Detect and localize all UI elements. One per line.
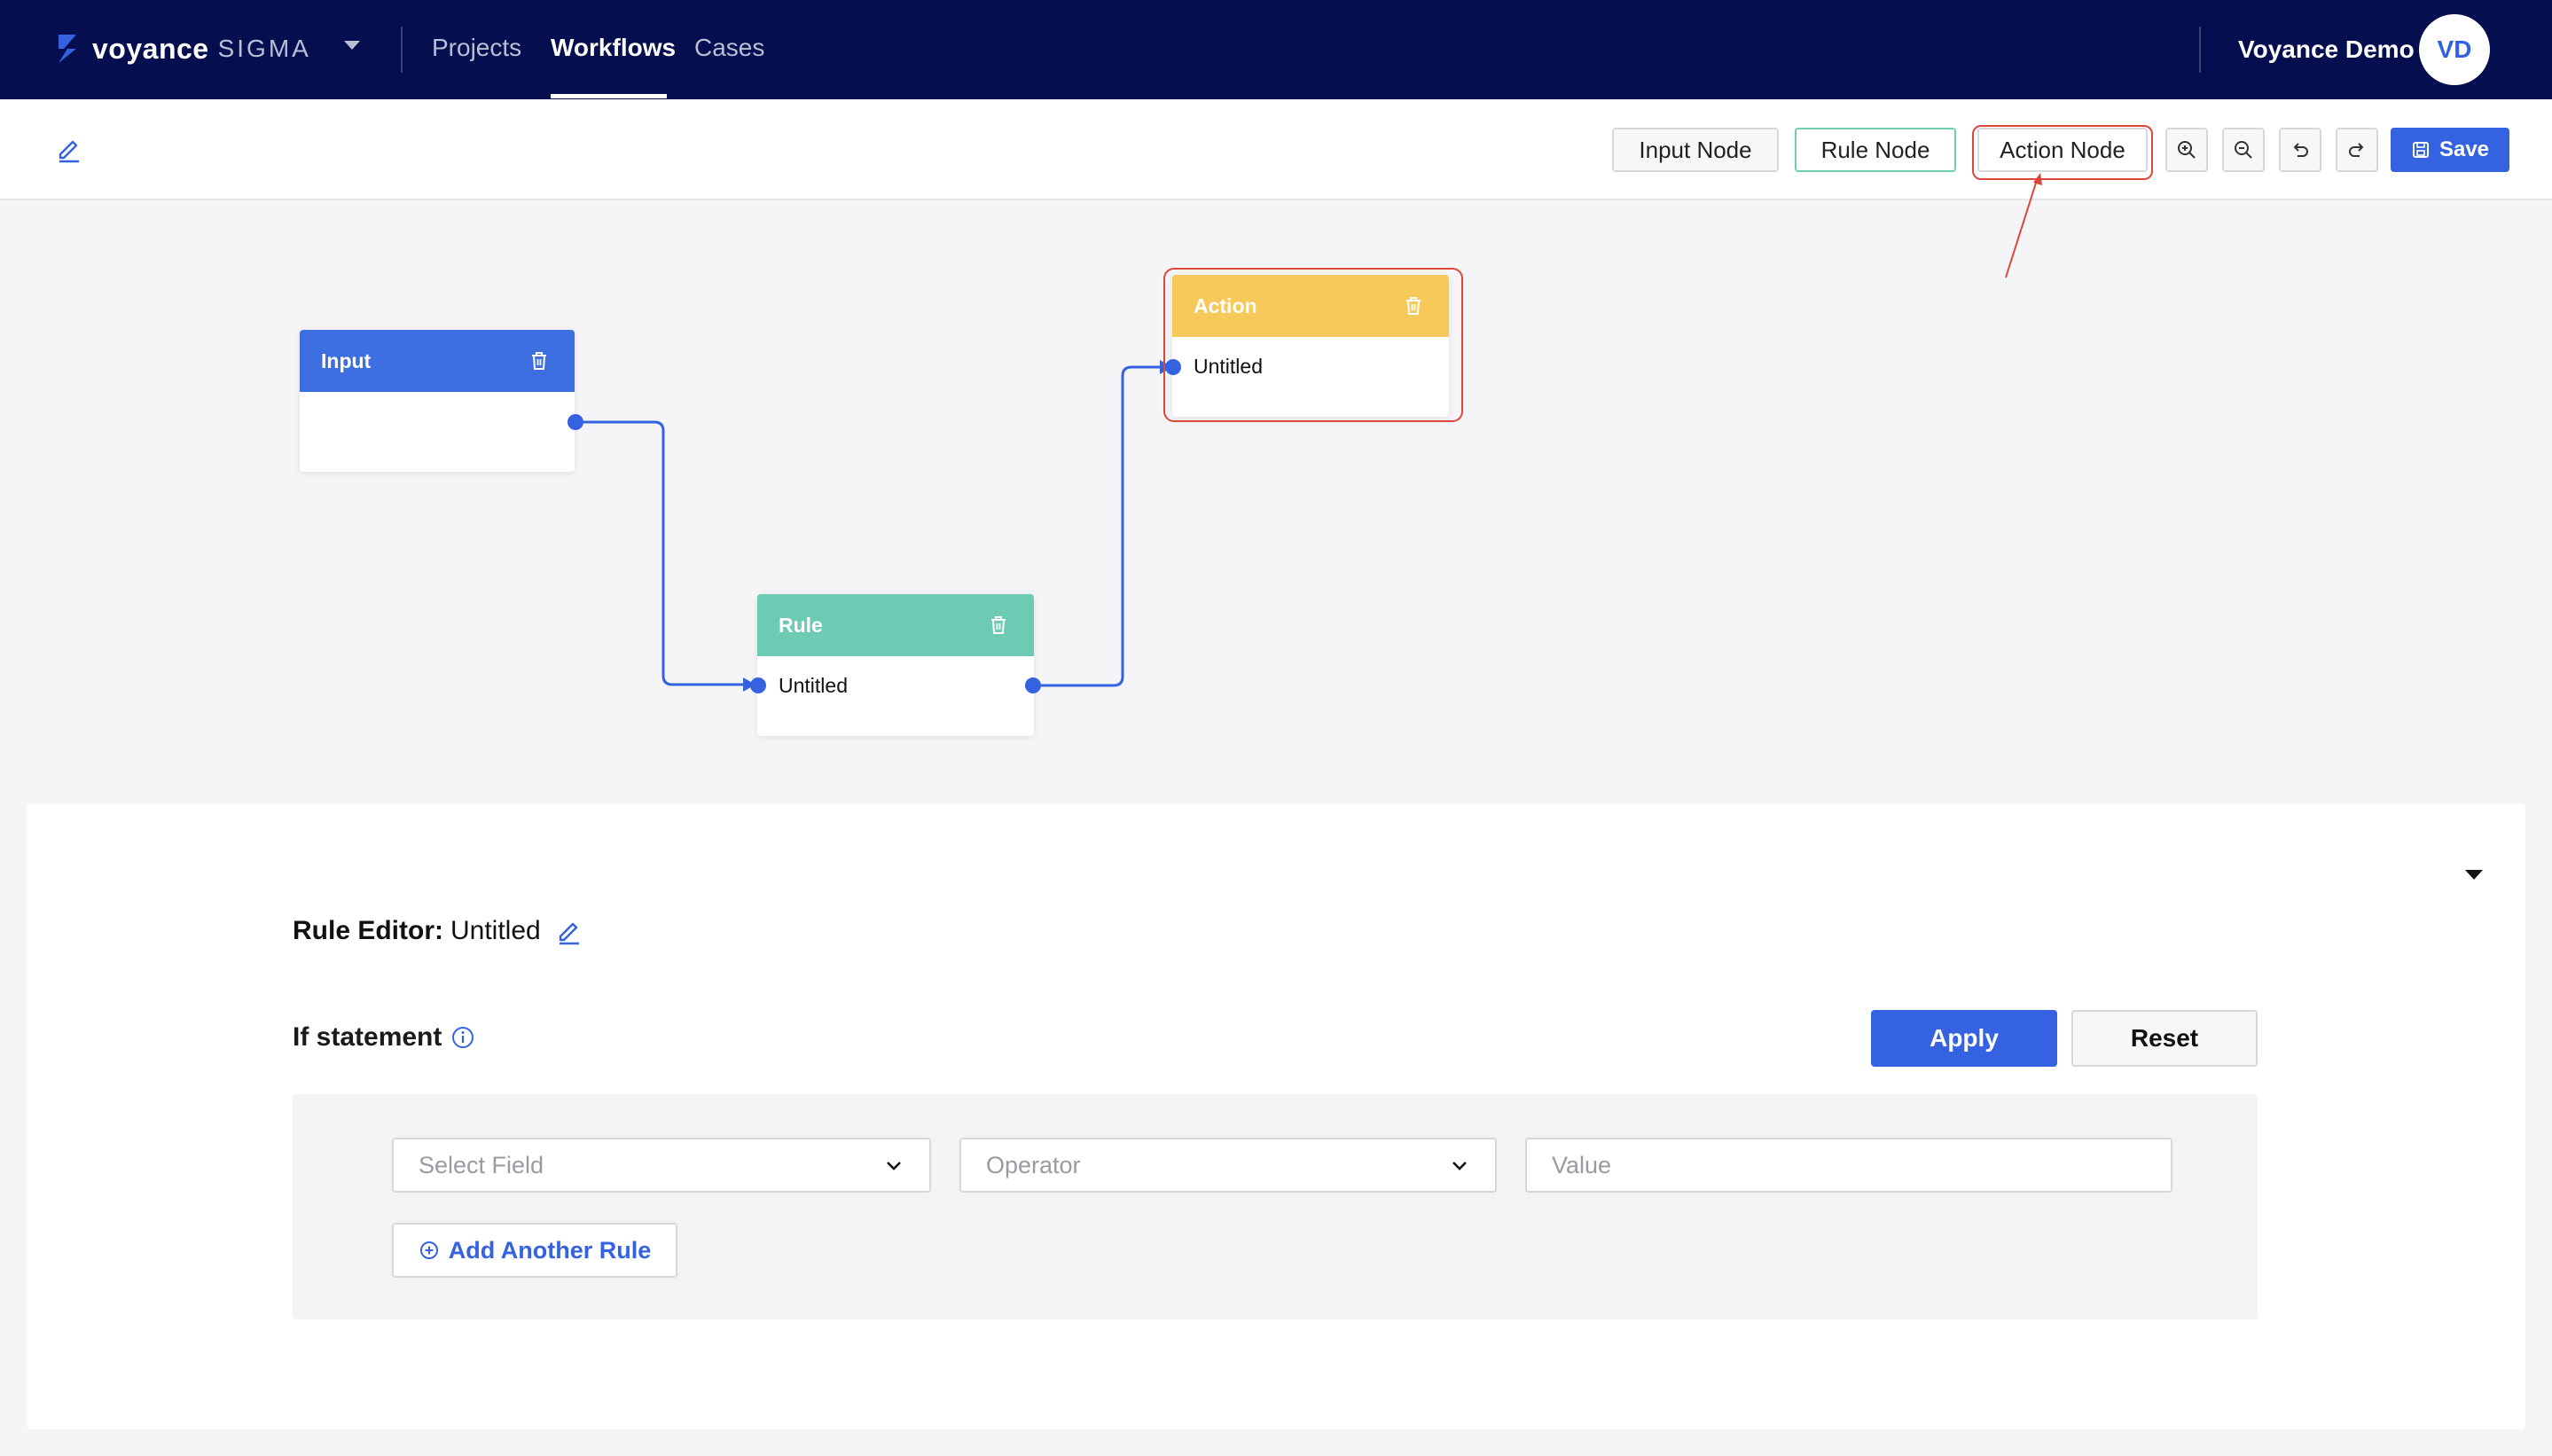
rule-conditions-area <box>293 1094 2258 1319</box>
add-rule-node-button[interactable]: Rule Node <box>1795 128 1956 172</box>
top-navbar: voyance SIGMA Projects Workflows Cases V… <box>0 0 2552 99</box>
edge-input-to-rule <box>576 420 743 686</box>
edit-rule-name-pencil-icon[interactable] <box>555 917 583 945</box>
nav-link-workflows[interactable]: Workflows <box>551 30 676 66</box>
zoom-out-button[interactable] <box>2222 128 2265 172</box>
if-statement-text: If statement <box>293 1022 442 1052</box>
select-field-dropdown[interactable]: Select Field <box>392 1138 931 1193</box>
input-node-output-port[interactable] <box>568 414 583 430</box>
add-another-rule-button[interactable]: Add Another Rule <box>392 1223 677 1278</box>
input-node-header[interactable]: Input <box>300 330 575 392</box>
add-another-rule-label: Add Another Rule <box>448 1236 652 1264</box>
product-switcher-chevron-down-icon[interactable] <box>344 41 360 50</box>
operator-dropdown[interactable]: Operator <box>959 1138 1497 1193</box>
save-label: Save <box>2438 137 2490 161</box>
edit-workflow-name-icon[interactable] <box>55 135 83 163</box>
value-input[interactable]: Value <box>1525 1138 2172 1193</box>
avatar[interactable]: VD <box>2419 14 2490 85</box>
rule-editor-rule-name: Untitled <box>450 916 541 945</box>
nav-divider <box>401 27 403 73</box>
chevron-down-icon <box>887 1162 901 1170</box>
input-node-body <box>300 392 575 427</box>
user-name[interactable]: Voyance Demo <box>2238 32 2415 67</box>
chevron-down-icon <box>1452 1162 1467 1170</box>
brand-name: voyance <box>92 32 209 65</box>
apply-button[interactable]: Apply <box>1871 1010 2057 1067</box>
action-node-highlight <box>1163 268 1463 422</box>
redo-icon <box>2349 143 2364 157</box>
edge-rule-to-action <box>1034 365 1160 687</box>
rule-node-header[interactable]: Rule <box>757 594 1034 656</box>
product-name: SIGMA <box>217 35 311 62</box>
plus-circle-icon <box>419 1241 438 1259</box>
zoom-in-button[interactable] <box>2165 128 2208 172</box>
operator-placeholder: Operator <box>986 1151 1081 1178</box>
zoom-in-icon <box>2178 141 2196 159</box>
reset-button[interactable]: Reset <box>2071 1010 2258 1067</box>
nav-link-cases[interactable]: Cases <box>694 30 764 66</box>
rule-editor-title: Rule Editor: Untitled <box>293 913 583 949</box>
workflow-toolbar: Input Node Rule Node Action Node Save <box>0 99 2552 200</box>
brand-logo[interactable]: voyance SIGMA <box>55 27 311 71</box>
nav-link-projects[interactable]: Projects <box>432 30 521 66</box>
redo-button[interactable] <box>2336 128 2378 172</box>
value-placeholder: Value <box>1552 1151 1612 1178</box>
save-icon <box>2412 142 2429 158</box>
active-tab-indicator <box>551 94 667 98</box>
input-node-title: Input <box>321 348 372 372</box>
rule-node-output-port[interactable] <box>1025 677 1041 693</box>
collapse-panel-chevron-down-icon[interactable] <box>2465 870 2483 880</box>
user-divider <box>2199 27 2201 73</box>
rule-node-input-port[interactable] <box>750 677 766 693</box>
action-node-button-highlight <box>1972 125 2153 180</box>
info-icon[interactable] <box>450 1025 475 1050</box>
voyance-logo-icon <box>55 31 80 67</box>
undo-icon <box>2293 143 2308 157</box>
delete-rule-node-trash-icon[interactable] <box>986 613 1011 638</box>
save-button[interactable]: Save <box>2391 128 2509 172</box>
if-statement-label: If statement <box>293 1020 475 1055</box>
zoom-out-icon <box>2235 141 2252 159</box>
rule-node-label: Untitled <box>779 674 848 697</box>
input-node[interactable]: Input <box>300 330 575 472</box>
rule-node[interactable]: Rule Untitled <box>757 594 1034 736</box>
add-input-node-button[interactable]: Input Node <box>1612 128 1779 172</box>
select-field-placeholder: Select Field <box>419 1151 544 1178</box>
delete-input-node-trash-icon[interactable] <box>527 348 552 373</box>
undo-button[interactable] <box>2279 128 2321 172</box>
rule-node-title: Rule <box>779 613 823 637</box>
rule-editor-title-prefix: Rule Editor: <box>293 916 443 945</box>
